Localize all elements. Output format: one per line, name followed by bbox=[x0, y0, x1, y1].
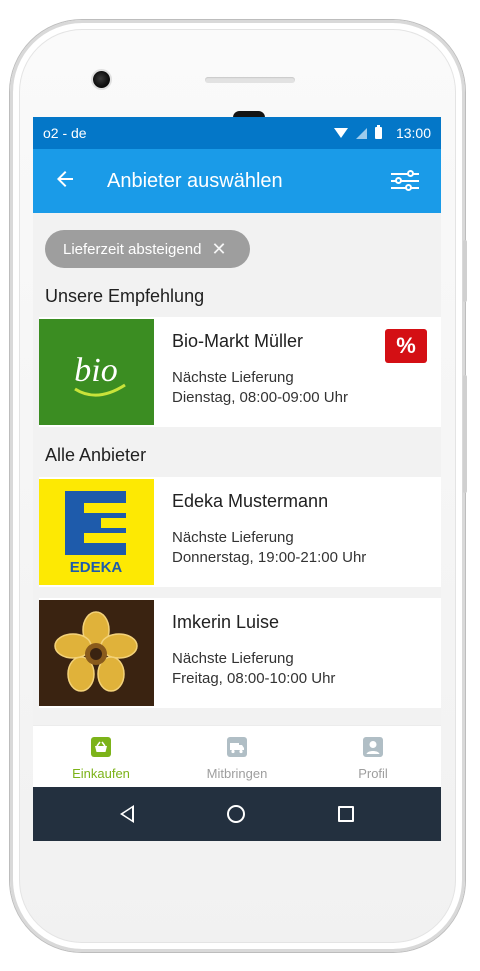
delivery-slot: Freitag, 08:00-10:00 Uhr bbox=[172, 670, 336, 687]
bio-logo: bio bbox=[39, 319, 154, 425]
vendor-name: Edeka Mustermann bbox=[172, 491, 329, 511]
vendor-card[interactable]: Imkerin Luise Nächste Lieferung Freitag,… bbox=[39, 598, 441, 708]
vendor-list: Lieferzeit absteigend ✕ Unsere Empfehlun… bbox=[33, 213, 441, 733]
volume-button bbox=[463, 240, 467, 302]
tune-icon[interactable] bbox=[391, 169, 421, 193]
phone-screen: o2 - de 13:00 Anbieter auswählen Lieferz… bbox=[33, 117, 441, 841]
bio-logo-text: bio bbox=[74, 352, 117, 389]
delivery-slot: Donnerstag, 19:00-21:00 Uhr bbox=[172, 549, 367, 566]
page-title: Anbieter auswählen bbox=[107, 169, 283, 192]
arrow-back-icon[interactable] bbox=[53, 167, 85, 196]
status-icons: 13:00 bbox=[333, 125, 431, 141]
nav-label: Einkaufen bbox=[72, 766, 130, 781]
signal-icon bbox=[355, 127, 367, 139]
power-button bbox=[463, 375, 467, 493]
discount-badge: % bbox=[385, 329, 427, 363]
battery-icon bbox=[374, 125, 382, 139]
nav-tab-einkaufen[interactable]: Einkaufen bbox=[33, 726, 169, 787]
status-bar: o2 - de 13:00 bbox=[33, 117, 441, 149]
next-delivery-label: Nächste Lieferung bbox=[172, 650, 294, 667]
edeka-logo: EDEKA bbox=[39, 479, 154, 585]
app-bar: Anbieter auswählen bbox=[33, 149, 441, 213]
system-home-icon[interactable] bbox=[226, 805, 245, 823]
section-title-recommended: Unsere Empfehlung bbox=[45, 286, 205, 306]
next-delivery-label: Nächste Lieferung bbox=[172, 529, 294, 546]
flower-bee-icon bbox=[39, 600, 154, 706]
nav-tab-profil[interactable]: Profil bbox=[305, 726, 441, 787]
earpiece-speaker bbox=[205, 77, 295, 83]
vendor-name: Imkerin Luise bbox=[172, 612, 280, 632]
filter-chip[interactable]: Lieferzeit absteigend ✕ bbox=[45, 230, 250, 268]
filter-chip-label: Lieferzeit absteigend bbox=[63, 240, 202, 258]
system-navigation-bar bbox=[33, 787, 441, 841]
basket-icon bbox=[90, 736, 112, 758]
section-title-all: Alle Anbieter bbox=[45, 445, 147, 465]
person-icon bbox=[362, 736, 384, 758]
front-camera bbox=[93, 71, 110, 88]
nav-label: Profil bbox=[358, 766, 388, 781]
vendor-card[interactable]: EDEKA Edeka Mustermann Nächste Lieferung… bbox=[39, 477, 441, 587]
system-recents-icon[interactable] bbox=[338, 806, 355, 822]
nav-tab-mitbringen[interactable]: Mitbringen bbox=[169, 726, 305, 787]
vendor-info: Edeka Mustermann Nächste Lieferung Donne… bbox=[154, 477, 441, 568]
edeka-logo-text: EDEKA bbox=[70, 559, 123, 576]
delivery-slot: Dienstag, 08:00-09:00 Uhr bbox=[172, 389, 348, 406]
system-back-icon[interactable] bbox=[119, 805, 134, 823]
truck-icon bbox=[226, 736, 248, 758]
bottom-navigation: Einkaufen Mitbringen Profil bbox=[33, 725, 441, 787]
clock: 13:00 bbox=[395, 125, 431, 141]
next-delivery-label: Nächste Lieferung bbox=[172, 369, 294, 386]
nav-label: Mitbringen bbox=[206, 766, 268, 781]
close-icon[interactable]: ✕ bbox=[211, 240, 226, 258]
vendor-info: Imkerin Luise Nächste Lieferung Freitag,… bbox=[154, 598, 441, 689]
vendor-card-recommended[interactable]: bio Bio-Markt Müller Nächste Lieferung D… bbox=[39, 317, 441, 427]
carrier-label: o2 - de bbox=[43, 125, 87, 141]
wifi-icon bbox=[333, 128, 348, 138]
